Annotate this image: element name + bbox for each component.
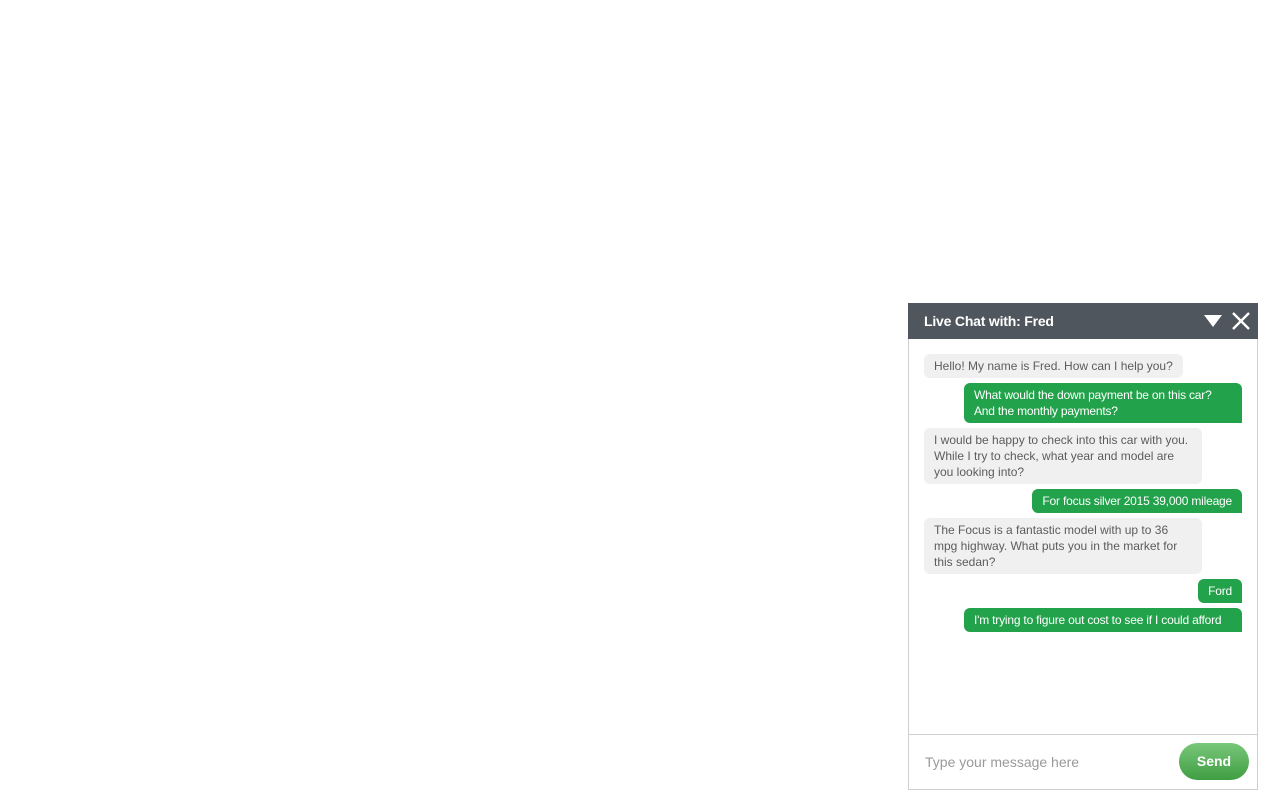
user-message: I'm trying to figure out cost to see if … xyxy=(964,608,1242,632)
message-line: For focus silver 2015 39,000 mileage xyxy=(1042,494,1232,508)
message-line: mpg highway. What puts you in the market… xyxy=(934,539,1178,553)
message-line: this sedan? xyxy=(934,555,996,569)
message-line: I'm trying to figure out cost to see if … xyxy=(974,613,1222,627)
close-icon[interactable] xyxy=(1231,311,1251,331)
send-button[interactable]: Send xyxy=(1179,743,1249,780)
message-line: Ford xyxy=(1208,584,1232,598)
agent-message: Hello! My name is Fred. How can I help y… xyxy=(924,354,1183,378)
message-line: The Focus is a fantastic model with up t… xyxy=(934,523,1169,537)
user-message: Ford xyxy=(1198,579,1242,603)
chevron-down-icon[interactable] xyxy=(1203,311,1223,331)
message-line: Hello! My name is Fred. How can I help y… xyxy=(934,359,1173,373)
message-composer: Send xyxy=(909,734,1257,790)
message-input[interactable] xyxy=(919,749,1181,775)
live-chat-widget: Live Chat with: Fred Hello! My name is F… xyxy=(908,303,1258,790)
message-line: And the monthly payments? xyxy=(974,404,1118,418)
user-message: For focus silver 2015 39,000 mileage xyxy=(1032,489,1242,513)
message-line: I would be happy to check into this car … xyxy=(934,433,1189,447)
agent-message: I would be happy to check into this car … xyxy=(924,428,1202,484)
chat-title: Live Chat with: Fred xyxy=(924,313,1054,329)
user-message: What would the down payment be on this c… xyxy=(964,383,1242,423)
message-list: Hello! My name is Fred. How can I help y… xyxy=(909,339,1257,734)
message-line: What would the down payment be on this c… xyxy=(974,388,1212,402)
chat-header: Live Chat with: Fred xyxy=(908,303,1258,339)
agent-message: The Focus is a fantastic model with up t… xyxy=(924,518,1202,574)
message-line: While I try to check, what year and mode… xyxy=(934,449,1175,463)
message-line: you looking into? xyxy=(934,465,1025,479)
